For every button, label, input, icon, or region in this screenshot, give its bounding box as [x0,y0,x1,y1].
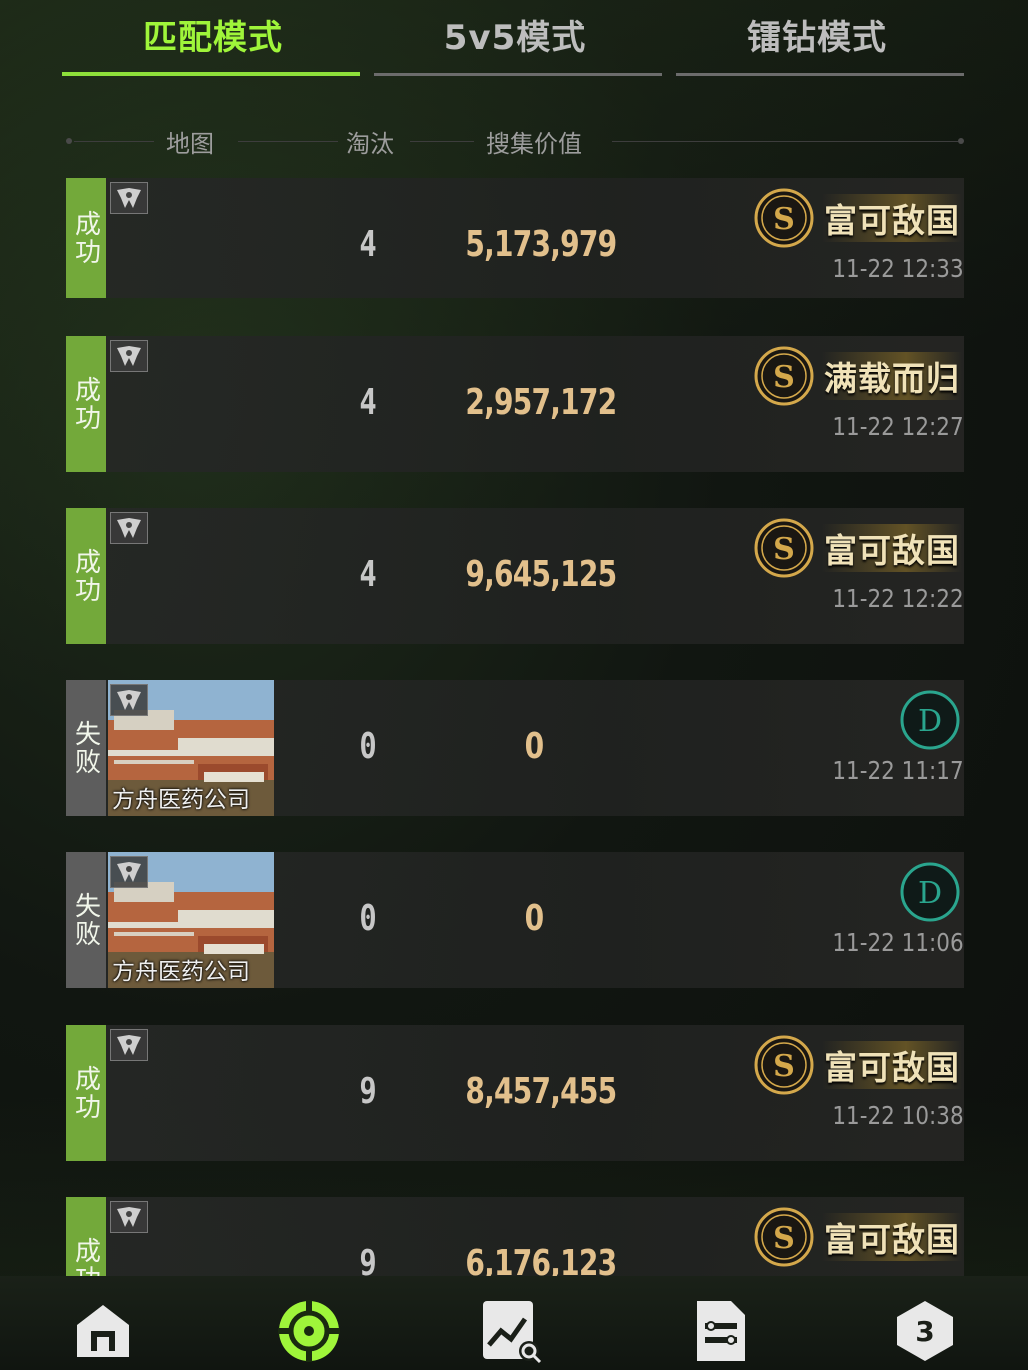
tab-underline [62,72,360,76]
status-badge: 失败 [66,680,106,816]
status-badge: 失败 [66,852,106,988]
operator-icon [110,1029,148,1061]
rank-number: 3 [915,1315,934,1348]
match-time: 11-22 10:38 [832,1101,964,1130]
status-badge: 成功 [66,508,106,644]
operator-icon [110,1201,148,1233]
tab-label: 5v5模式 [443,17,587,58]
grade-badge: S 富可敌国 [754,518,964,578]
match-time: 11-22 11:06 [832,928,964,957]
grade-badge: S 满载而归 [754,346,964,406]
grade-badge: S 富可敌国 [754,1035,964,1095]
svg-text:D: D [918,876,942,911]
header-line [410,141,474,142]
crosshair-icon[interactable] [274,1296,344,1366]
status-badge: 成功 [66,336,106,472]
match-row[interactable]: 失败 方舟医药公司 0 0 D 11-22 11:17 [66,680,964,816]
svg-text:S: S [773,1221,795,1256]
kills-count: 4 [359,554,377,595]
operator-icon [110,684,148,716]
hexagon-rank-icon[interactable]: 3 [890,1296,960,1366]
kills-count: 4 [359,224,377,265]
map-name: 方舟医药公司 [112,959,250,985]
operator-icon [110,340,148,372]
header-kills: 淘汰 [346,130,394,158]
bottom-nav: 3 [0,1276,1028,1370]
header-map: 地图 [166,130,214,158]
operator-icon [110,182,148,214]
tab-label: 镭钻模式 [747,17,887,58]
kills-count: 9 [359,1071,377,1112]
grade-d-icon: D [900,862,960,922]
grade-s-icon: S [754,346,814,406]
collected-value: 0 [524,898,545,939]
kills-count: 4 [359,382,377,423]
svg-text:D: D [918,704,942,739]
tab-underline [676,73,964,76]
match-time: 11-22 11:17 [832,756,964,785]
grade-badge: D [754,690,964,750]
grade-s-icon: S [754,188,814,248]
match-history-list: 成功 4 5,173,979 S 富可敌国 11-22 12:33 成功 4 2,957,172… [66,178,964,1276]
match-time: 11-22 12:33 [832,254,964,283]
mode-tabs: 匹配模式 5v5模式 镭钻模式 [62,0,968,76]
svg-text:S: S [773,1049,795,1084]
grade-badge: D [754,862,964,922]
grade-d-icon: D [900,690,960,750]
kills-count: 0 [359,726,377,767]
home-icon[interactable] [68,1296,138,1366]
stats-chart-icon[interactable] [476,1296,546,1366]
operator-icon [110,512,148,544]
match-row[interactable]: 失败 方舟医药公司 0 0 D 11-22 11:06 [66,852,964,988]
grade-text: 富可敌国 [822,194,962,242]
grade-text: 富可敌国 [822,1213,962,1261]
grade-text: 富可敌国 [822,1041,962,1089]
collected-value: 2,957,172 [465,382,617,423]
collected-value: 0 [524,726,545,767]
grade-s-icon: S [754,518,814,578]
kills-count: 9 [359,1243,377,1276]
match-row[interactable]: 成功 4 9,645,125 S 富可敌国 11-22 12:22 [66,508,964,644]
collected-value: 8,457,455 [465,1071,617,1112]
map-name: 方舟医药公司 [112,787,250,813]
header-line [238,141,338,142]
header-dot [66,138,72,144]
document-list-icon[interactable] [686,1296,756,1366]
collected-value: 5,173,979 [465,224,617,265]
kills-count: 0 [359,898,377,939]
tab-label: 匹配模式 [143,17,283,58]
match-time: 11-22 12:27 [832,412,964,441]
header-value: 搜集价值 [486,130,582,158]
header-line [74,141,154,142]
collected-value: 9,645,125 [465,554,617,595]
header-dot [958,138,964,144]
match-row[interactable]: 成功 4 2,957,172 S 满载而归 11-22 12:27 [66,336,964,472]
match-row[interactable]: 成功 4 5,173,979 S 富可敌国 11-22 12:33 [66,178,964,298]
tab-radium-diamond-mode[interactable]: 镭钻模式 [666,0,968,76]
grade-s-icon: S [754,1207,814,1267]
operator-icon [110,856,148,888]
grade-s-icon: S [754,1035,814,1095]
status-badge: 成功 [66,178,106,298]
grade-text: 富可敌国 [822,524,962,572]
collected-value: 6,176,123 [465,1243,617,1276]
grade-badge: S 富可敌国 [754,1207,964,1267]
header-line [612,141,958,142]
tab-match-mode[interactable]: 匹配模式 [62,0,364,76]
svg-text:S: S [773,202,795,237]
match-row[interactable]: 成功 9 8,457,455 S 富可敌国 11-22 10:38 [66,1025,964,1161]
status-badge: 成功 [66,1197,106,1276]
tab-underline [374,73,662,76]
match-row[interactable]: 成功 9 6,176,123 S 富可敌国 [66,1197,964,1276]
grade-badge: S 富可敌国 [754,188,964,248]
tab-5v5-mode[interactable]: 5v5模式 [364,0,666,76]
svg-text:S: S [773,360,795,395]
match-time: 11-22 12:22 [832,584,964,613]
status-badge: 成功 [66,1025,106,1161]
svg-text:S: S [773,532,795,567]
column-header: 地图 淘汰 搜集价值 [66,118,964,164]
grade-text: 满载而归 [822,352,962,400]
